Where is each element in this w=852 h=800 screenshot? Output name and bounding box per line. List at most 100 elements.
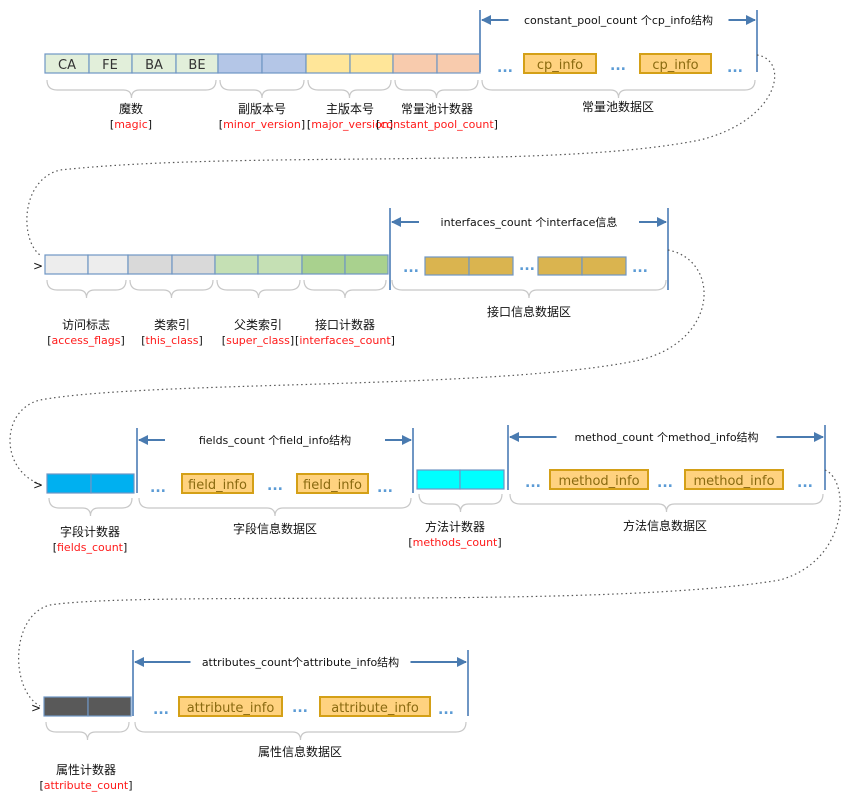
methods-count-cell: [459, 469, 505, 490]
fields-counter-id: [fields_count]: [53, 541, 128, 554]
ellipsis: ...: [657, 475, 673, 491]
magic-byte-ca: CA: [58, 58, 76, 73]
ellipsis: ...: [727, 60, 743, 76]
bracket-close: ]: [497, 536, 501, 549]
attributes-area-label: 属性信息数据区: [258, 744, 342, 759]
attribute-counter-id: [attribute_count]: [39, 779, 132, 792]
continue-marker: >: [33, 478, 43, 492]
row1-field-3-id-text: constant_pool_count: [380, 118, 494, 131]
row2-field-0-id: [access_flags]: [47, 334, 125, 347]
row2-field-0-name: 访问标志: [62, 318, 110, 332]
interfaces-count-cell: [344, 254, 389, 275]
methods-area-brace: [509, 493, 824, 513]
ellipsis: ...: [438, 702, 454, 718]
row1-field-0-name: 魔数: [119, 101, 143, 116]
constant-pool-area-label: 常量池数据区: [582, 99, 654, 114]
cp-area-brace: [481, 79, 756, 99]
attribute-counter-name: 属性计数器: [56, 762, 116, 777]
ellipsis: ...: [292, 700, 308, 716]
constant-pool-count-cell: [436, 53, 481, 74]
row2-field-1-id: [this_class]: [141, 334, 202, 347]
if-count-brace: [303, 279, 387, 299]
row2-field-2-id-text: super_class: [226, 334, 290, 347]
access-flags-cell: [87, 254, 129, 275]
attributes-span-label: attributes_count个attribute_info结构: [202, 655, 399, 669]
ellipsis: ...: [153, 702, 169, 718]
interfaces-count-cell: [301, 254, 346, 275]
methods-count-brace: [418, 493, 503, 513]
interfaces-area-brace: [391, 279, 667, 299]
continue-marker: >: [31, 701, 41, 715]
interfaces-area-label: 接口信息数据区: [487, 304, 571, 319]
cp-info-2-label: cp_info: [652, 58, 698, 73]
methods-counter-name: 方法计数器: [425, 519, 485, 534]
attribute-count-cell: [87, 696, 132, 717]
ellipsis: ...: [797, 475, 813, 491]
row1-field-3-id: [constant_pool_count]: [376, 118, 498, 131]
row1-field-1-id: [minor_version]: [219, 118, 305, 131]
cp-count-brace: [394, 79, 479, 99]
minor-version-cell: [217, 53, 263, 74]
attribute-info-1-label: attribute_info: [187, 701, 275, 716]
method-info-2-label: method_info: [693, 474, 774, 489]
fields-area-brace: [138, 497, 412, 517]
bracket-close: ]: [290, 334, 294, 347]
attribute-count-cell: [43, 696, 89, 717]
row2-field-3-name: 接口计数器: [315, 317, 375, 332]
this-brace: [129, 279, 214, 299]
ellipsis: ...: [150, 480, 166, 496]
continue-marker: >: [33, 259, 43, 273]
row1-field-2-name: 主版本号: [326, 102, 374, 116]
this-class-cell: [171, 254, 216, 275]
row2-field-0-id-text: access_flags: [52, 334, 121, 347]
bracket-close: ]: [148, 118, 152, 131]
ellipsis: ...: [610, 58, 626, 74]
interface-cell: [581, 256, 627, 276]
fields-count-brace: [48, 497, 133, 517]
this-class-cell: [127, 254, 173, 275]
magic-byte-be: BE: [188, 58, 205, 73]
fields-area-label: 字段信息数据区: [233, 521, 317, 536]
major-version-cell: [349, 53, 394, 74]
magic-byte-fe: FE: [102, 58, 118, 73]
constant-pool-span-label: constant_pool_count 个cp_info结构: [524, 13, 713, 27]
dotted-connector: [9, 249, 705, 485]
row2-field-3-id-text: interfaces_count: [299, 334, 391, 347]
access-flags-cell: [44, 254, 89, 275]
bracket-close: ]: [128, 779, 132, 792]
ellipsis: ...: [519, 258, 535, 274]
major-brace: [307, 79, 392, 99]
row1-field-1-name: 副版本号: [238, 102, 286, 116]
bracket-close: ]: [301, 118, 305, 131]
methods-counter-id: [methods_count]: [408, 536, 501, 549]
interface-cell: [468, 256, 514, 276]
row2-field-1-name: 类索引: [154, 318, 190, 332]
fields-counter-name: 字段计数器: [60, 524, 120, 539]
bracket-close: ]: [198, 334, 202, 347]
fields-counter-id-text: fields_count: [57, 541, 124, 554]
fields-count-cell: [46, 473, 92, 494]
ellipsis: ...: [632, 260, 648, 276]
super-brace: [216, 279, 301, 299]
methods-span-label: method_count 个method_info结构: [574, 430, 758, 444]
ellipsis: ...: [497, 60, 513, 76]
major-version-cell: [305, 53, 351, 74]
attributes-area-brace: [134, 721, 467, 741]
cp-info-1-label: cp_info: [537, 58, 583, 73]
magic-brace: [46, 79, 217, 99]
dotted-connector: [26, 54, 776, 256]
row1-field-0-id-text: magic: [114, 118, 148, 131]
row2-field-2-id: [super_class]: [222, 334, 294, 347]
fields-span-label: fields_count 个field_info结构: [199, 433, 351, 447]
row1-field-3-name: 常量池计数器: [401, 101, 473, 116]
constant-pool-count-cell: [392, 53, 438, 74]
field-info-1-label: field_info: [188, 478, 247, 493]
super-class-cell: [257, 254, 303, 275]
methods-counter-id-text: methods_count: [413, 536, 498, 549]
access-brace: [46, 279, 127, 299]
field-info-2-label: field_info: [303, 478, 362, 493]
row1-field-0-id: [magic]: [110, 118, 152, 131]
bracket-close: ]: [494, 118, 498, 131]
row2-field-2-name: 父类索引: [234, 318, 282, 332]
interface-cell: [424, 256, 470, 276]
